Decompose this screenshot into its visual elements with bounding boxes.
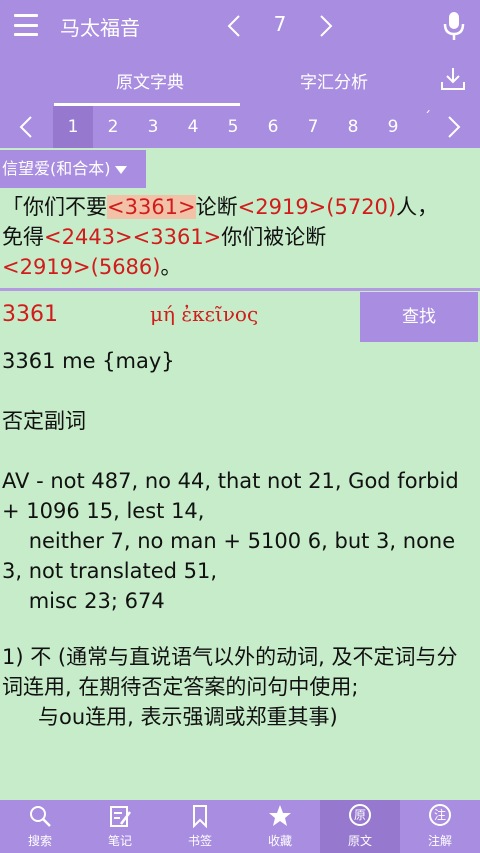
verse-segment: 你们不要 (23, 195, 107, 219)
strong-number-link[interactable]: <2919> (2, 255, 91, 279)
nav-notes[interactable]: 笔记 (80, 800, 160, 853)
lexicon-number: 3361 (2, 302, 58, 327)
verse-number-8[interactable]: 8 (333, 106, 373, 148)
nav-original[interactable]: 原 原文 (320, 800, 400, 853)
definition-line: 1) 不 (通常与直说语气以外的动词, 及不定词与分词连用, 在期待否定答案的问… (2, 645, 458, 699)
bottom-nav: 搜索 笔记 书签 收藏 原 原文 注 注解 (0, 800, 480, 853)
section-divider (0, 288, 480, 291)
lexicon-line: + 1096 15, lest 14, (2, 499, 205, 523)
tab-original-dictionary[interactable]: 原文字典 (60, 68, 240, 93)
verse-open-quote: 「 (2, 195, 23, 219)
lexicon-definition: 1) 不 (通常与直说语气以外的动词, 及不定词与分词连用, 在期待否定答案的问… (2, 642, 478, 732)
strong-number-link[interactable]: <2443> (44, 225, 133, 249)
menu-icon[interactable] (14, 14, 38, 36)
verse-overflow-mark: ˊ (424, 110, 431, 126)
tab-bar: 原文字典 字汇分析 (0, 52, 480, 106)
note-icon (110, 806, 131, 827)
verse-scroll-left-icon[interactable] (16, 116, 36, 138)
strong-number-link[interactable]: <3361> (107, 195, 196, 219)
nav-label: 笔记 (107, 834, 132, 848)
bookmark-icon (193, 805, 207, 828)
nav-label: 收藏 (267, 834, 292, 848)
lexicon-line: 3, not translated 51, (2, 559, 218, 583)
dropdown-caret-icon (114, 165, 127, 174)
lexicon-entry: 3361 me {may} 否定副词 AV - not 487, no 44, … (2, 346, 478, 616)
lexicon-line: neither 7, no man + 5100 6, but 3, none (2, 529, 456, 553)
annotation-icon: 注 (429, 804, 451, 826)
verse-text: 「你们不要<3361>论断<2919>(5720)人， 免得<2443><336… (2, 192, 478, 282)
verse-selector: 1 2 3 4 5 6 7 8 9 ˊ (0, 106, 480, 148)
star-icon (269, 805, 291, 826)
next-chapter-icon[interactable] (316, 14, 336, 38)
nav-label: 注解 (427, 834, 452, 848)
nav-label: 原文 (347, 834, 372, 848)
microphone-icon[interactable] (440, 10, 468, 42)
verse-segment: 你们被论断 (221, 225, 327, 249)
lexicon-line: AV - not 487, no 44, that not 21, God fo… (2, 469, 459, 493)
verse-segment: 。 (160, 255, 182, 279)
nav-favorites[interactable]: 收藏 (240, 800, 320, 853)
verse-segment: 免得 (2, 225, 44, 249)
download-icon[interactable] (440, 66, 466, 92)
original-icon: 原 (349, 804, 371, 826)
nav-annotations[interactable]: 注 注解 (400, 800, 480, 853)
strong-number-link[interactable]: <3361> (133, 225, 222, 249)
verse-segment: 论断 (195, 195, 238, 219)
tense-code-link[interactable]: (5686) (91, 255, 161, 279)
nav-search[interactable]: 搜索 (0, 800, 80, 853)
nav-label: 搜索 (27, 834, 52, 848)
verse-scroll-right-icon[interactable] (444, 116, 464, 138)
nav-bookmarks[interactable]: 书签 (160, 800, 240, 853)
verse-number-2[interactable]: 2 (93, 106, 133, 148)
verse-number-3[interactable]: 3 (133, 106, 173, 148)
tense-code-link[interactable]: (5720) (326, 195, 396, 219)
find-button[interactable]: 查找 (360, 292, 478, 342)
lexicon-line: misc 23; 674 (2, 589, 165, 613)
version-label: 信望爱(和合本) (2, 159, 111, 178)
search-icon (30, 806, 51, 827)
version-selector[interactable]: 信望爱(和合本) (0, 150, 146, 188)
lexicon-line: 3361 me {may} (2, 349, 175, 373)
strong-number-link[interactable]: <2919> (238, 195, 327, 219)
tab-vocabulary-analysis[interactable]: 字汇分析 (244, 68, 424, 93)
previous-chapter-icon[interactable] (224, 14, 244, 38)
verse-number-1[interactable]: 1 (53, 106, 93, 148)
greek-word: μή ἐκεῖνος (150, 302, 259, 326)
top-bar: 马太福音 7 (0, 0, 480, 52)
verse-number-9[interactable]: 9 (373, 106, 413, 148)
verse-number-5[interactable]: 5 (213, 106, 253, 148)
nav-label: 书签 (187, 834, 212, 848)
verse-number-6[interactable]: 6 (253, 106, 293, 148)
book-title[interactable]: 马太福音 (60, 12, 140, 41)
chapter-number[interactable]: 7 (266, 12, 294, 36)
verse-segment: 人， (396, 195, 439, 219)
definition-line: 与ou连用, 表示强调或郑重其事) (38, 705, 338, 729)
verse-number-7[interactable]: 7 (293, 106, 333, 148)
lexicon-line: 否定副词 (2, 409, 86, 433)
verse-number-4[interactable]: 4 (173, 106, 213, 148)
